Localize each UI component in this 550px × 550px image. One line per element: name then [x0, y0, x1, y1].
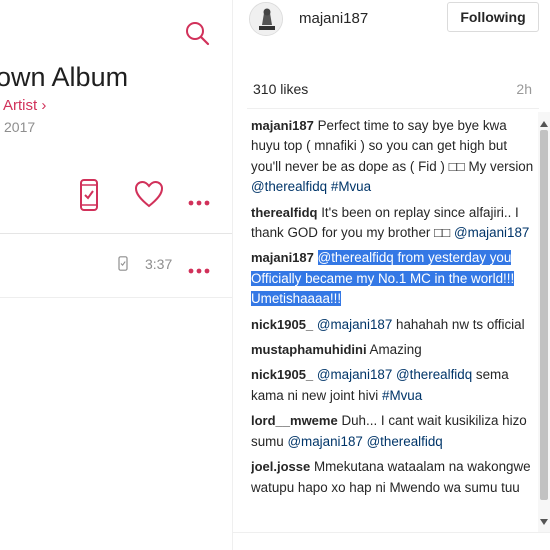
likes-count[interactable]: 310 likes — [253, 81, 308, 97]
comment-item: majani187 Perfect time to say bye bye kw… — [251, 116, 535, 198]
comment-text: hahahah nw ts official — [392, 316, 525, 332]
following-button[interactable]: Following — [447, 2, 539, 32]
post-time: 2h — [516, 81, 532, 97]
post-username[interactable]: majani187 — [299, 10, 368, 27]
track-duration: 3:37 — [145, 256, 173, 272]
more-icon[interactable] — [188, 193, 210, 206]
search-icon[interactable] — [184, 20, 210, 46]
comment-username[interactable]: therealfidq — [251, 205, 317, 220]
comment-text: Amazing — [369, 342, 422, 358]
comment-username[interactable]: nick1905_ — [251, 317, 313, 332]
divider — [0, 297, 232, 298]
divider — [247, 108, 539, 109]
heart-icon[interactable] — [134, 180, 164, 208]
mention-link[interactable]: @majani187 — [287, 434, 362, 449]
hashtag-link[interactable]: #Mvua — [331, 179, 371, 194]
phone-check-icon[interactable] — [79, 179, 99, 211]
comments-list: majani187 Perfect time to say bye bye kw… — [251, 116, 535, 532]
comment-item: therealfidq It's been on replay since al… — [251, 203, 535, 244]
mention-link[interactable]: @therealfidq — [251, 179, 327, 194]
mention-link[interactable]: @majani187 — [317, 367, 392, 382]
mention-link[interactable]: @majani187 — [454, 225, 529, 240]
bottom-bar — [233, 532, 550, 550]
comment-item: majani187 @therealfidq from yesterday yo… — [251, 248, 535, 309]
music-pane: own Album Artist › 2017 3:37 — [0, 0, 232, 550]
album-title: own Album — [0, 62, 129, 92]
comment-username[interactable]: mustaphamuhidini — [251, 342, 367, 357]
album-year: 2017 — [4, 119, 36, 135]
more-icon[interactable] — [188, 261, 210, 274]
comment-item: nick1905_ @majani187 hahahah nw ts offic… — [251, 315, 535, 335]
avatar[interactable] — [249, 2, 283, 36]
comment-item: mustaphamuhidini Amazing — [251, 340, 535, 360]
comment-username[interactable]: lord__mweme — [251, 413, 338, 428]
comment-username[interactable]: majani187 — [251, 250, 314, 265]
scrollbar-thumb[interactable] — [540, 130, 548, 500]
mention-link[interactable]: @therealfidq — [396, 367, 472, 382]
comment-username[interactable]: joel.josse — [251, 459, 310, 474]
divider — [0, 233, 232, 234]
scroll-down-arrow-icon[interactable] — [540, 512, 548, 525]
instagram-post-pane: majani187 Following 310 likes 2h majani1… — [232, 0, 550, 550]
comment-username[interactable]: nick1905_ — [251, 367, 313, 382]
scroll-up-arrow-icon[interactable] — [540, 114, 548, 127]
mention-link[interactable]: @therealfidq — [367, 434, 443, 449]
mention-link[interactable]: @majani187 — [317, 317, 392, 332]
comment-item: lord__mweme Duh... I cant wait kusikiliz… — [251, 411, 535, 452]
comment-item: joel.josse Mmekutana wataalam na wakongw… — [251, 457, 535, 498]
comment-username[interactable]: majani187 — [251, 118, 314, 133]
phone-check-icon — [118, 256, 128, 271]
artist-link[interactable]: Artist › — [3, 97, 46, 114]
comment-item: nick1905_ @majani187 @therealfidq sema k… — [251, 365, 535, 406]
hashtag-link[interactable]: #Mvua — [382, 388, 422, 403]
